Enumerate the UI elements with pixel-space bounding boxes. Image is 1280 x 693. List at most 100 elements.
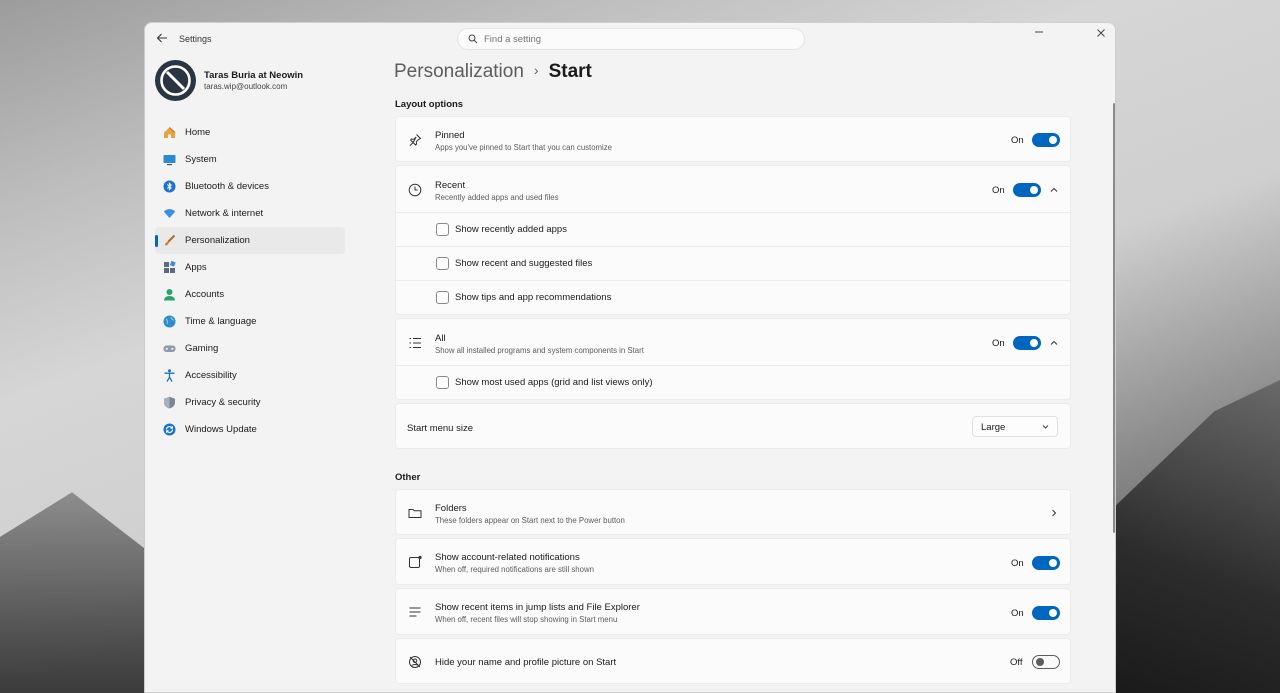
neowin-logo-icon (160, 65, 191, 96)
start-menu-size-dropdown[interactable]: Large (972, 416, 1058, 437)
sidebar-item-accounts[interactable]: Accounts (155, 281, 345, 308)
brush-icon (165, 234, 176, 246)
checkbox-label: Show recent and suggested files (455, 258, 593, 269)
toggle-state-label: On (992, 338, 1005, 349)
setting-title: Show recent items in jump lists and File… (435, 602, 640, 613)
page-title: Start (548, 61, 592, 82)
search-box[interactable] (457, 28, 805, 50)
toggle-state-label: On (992, 185, 1005, 196)
update-icon (163, 423, 176, 436)
setting-title: Hide your name and profile picture on St… (435, 657, 617, 668)
setting-title: Pinned (435, 130, 465, 141)
person-icon (164, 289, 175, 301)
account-notifications-toggle[interactable] (1032, 556, 1060, 570)
search-input[interactable] (484, 32, 784, 46)
sidebar-item-label: System (185, 154, 217, 165)
recent-option-row[interactable]: Show recent and suggested files (395, 247, 1071, 281)
setting-start-menu-size: Start menu size Large (395, 403, 1071, 449)
minimize-icon (1035, 31, 1043, 33)
show-most-used-checkbox[interactable] (436, 376, 449, 389)
setting-description: Show all installed programs and system c… (435, 346, 644, 355)
settings-window: Settings Taras Buria at Neowin taras.wip… (144, 22, 1116, 693)
search-icon (468, 34, 478, 44)
setting-description: These folders appear on Start next to th… (435, 516, 625, 525)
close-icon (1097, 29, 1105, 37)
scrollbar[interactable] (1113, 103, 1115, 533)
sidebar-item-label: Time & language (185, 316, 257, 327)
wallpaper-hill-right (1116, 380, 1280, 693)
setting-description: When off, required notifications are sti… (435, 565, 594, 574)
section-other: Other (395, 472, 421, 483)
show-tips-checkbox[interactable] (436, 291, 449, 304)
sidebar-item-apps[interactable]: Apps (155, 254, 345, 281)
shield-icon (164, 396, 175, 409)
sidebar-item-home[interactable]: Home (155, 119, 345, 146)
toggle-state-label: On (1011, 558, 1024, 569)
setting-recent[interactable]: Recent Recently added apps and used file… (395, 165, 1071, 213)
setting-recent-items[interactable]: Show recent items in jump lists and File… (395, 588, 1071, 635)
jump-list-icon (409, 607, 421, 617)
setting-account-notifications[interactable]: Show account-related notifications When … (395, 538, 1071, 585)
checkbox-label: Show recently added apps (455, 224, 567, 235)
user-email: taras.wip@outlook.com (204, 82, 288, 91)
toggle-state-label: On (1011, 135, 1024, 146)
all-option-row[interactable]: Show most used apps (grid and list views… (395, 366, 1071, 400)
avatar[interactable] (155, 60, 196, 101)
sidebar-item-label: Home (185, 127, 211, 138)
recent-option-row[interactable]: Show tips and app recommendations (395, 281, 1071, 315)
recent-option-row[interactable]: Show recently added apps (395, 213, 1071, 247)
setting-hide-profile[interactable]: Hide your name and profile picture on St… (395, 638, 1071, 684)
sidebar-item-privacy[interactable]: Privacy & security (155, 389, 345, 416)
sidebar-item-system[interactable]: System (155, 146, 345, 173)
sidebar-item-label: Accessibility (185, 370, 237, 381)
chevron-down-icon (1042, 425, 1049, 429)
pinned-toggle[interactable] (1032, 133, 1060, 147)
setting-title: Show account-related notifications (435, 552, 580, 563)
setting-all[interactable]: All Show all installed programs and syst… (395, 318, 1071, 366)
minimize-button[interactable] (1029, 27, 1049, 41)
user-name: Taras Buria at Neowin (204, 70, 304, 81)
setting-title: Folders (435, 503, 467, 514)
setting-description: When off, recent files will stop showing… (435, 615, 618, 624)
show-recently-added-checkbox[interactable] (436, 223, 449, 236)
bluetooth-icon (163, 180, 176, 193)
chevron-up-icon[interactable] (1049, 185, 1059, 195)
toggle-state-label: On (1011, 608, 1024, 619)
show-recent-files-checkbox[interactable] (436, 257, 449, 270)
sidebar-item-label: Bluetooth & devices (185, 181, 269, 192)
sidebar-item-personalization[interactable]: Personalization (155, 227, 345, 254)
section-layout-options: Layout options (395, 99, 464, 110)
notification-icon (409, 555, 422, 568)
list-icon (409, 338, 421, 348)
toggle-state-label: Off (1010, 657, 1023, 668)
hide-profile-icon (409, 656, 421, 668)
sidebar-item-time-language[interactable]: Time & language (155, 308, 345, 335)
sidebar-item-bluetooth[interactable]: Bluetooth & devices (155, 173, 345, 200)
sidebar-item-label: Personalization (185, 235, 250, 246)
setting-title: Recent (435, 180, 466, 191)
chevron-up-icon[interactable] (1049, 338, 1059, 348)
sidebar-item-windows-update[interactable]: Windows Update (155, 416, 345, 443)
sidebar-item-network[interactable]: Network & internet (155, 200, 345, 227)
breadcrumb: Personalization › Start (394, 61, 592, 87)
sidebar-item-gaming[interactable]: Gaming (155, 335, 345, 362)
recent-items-toggle[interactable] (1032, 606, 1060, 620)
breadcrumb-parent[interactable]: Personalization (394, 61, 524, 82)
recent-toggle[interactable] (1013, 183, 1041, 197)
folder-icon (408, 509, 422, 518)
setting-title: Start menu size (407, 423, 473, 434)
close-button[interactable] (1091, 27, 1111, 41)
back-button[interactable] (155, 32, 169, 46)
sidebar-item-label: Gaming (185, 343, 219, 354)
setting-folders[interactable]: Folders These folders appear on Start ne… (395, 489, 1071, 535)
setting-description: Recently added apps and used files (435, 193, 559, 202)
home-icon (164, 127, 176, 138)
globe-icon (163, 315, 176, 328)
all-toggle[interactable] (1013, 336, 1041, 350)
breadcrumb-separator: › (533, 62, 539, 78)
sidebar-nav: Home System Bluetooth & devices Network … (155, 119, 345, 443)
sidebar-item-label: Apps (185, 262, 207, 273)
sidebar-item-accessibility[interactable]: Accessibility (155, 362, 345, 389)
hide-profile-toggle[interactable] (1032, 655, 1060, 669)
setting-pinned[interactable]: Pinned Apps you've pinned to Start that … (395, 116, 1071, 162)
